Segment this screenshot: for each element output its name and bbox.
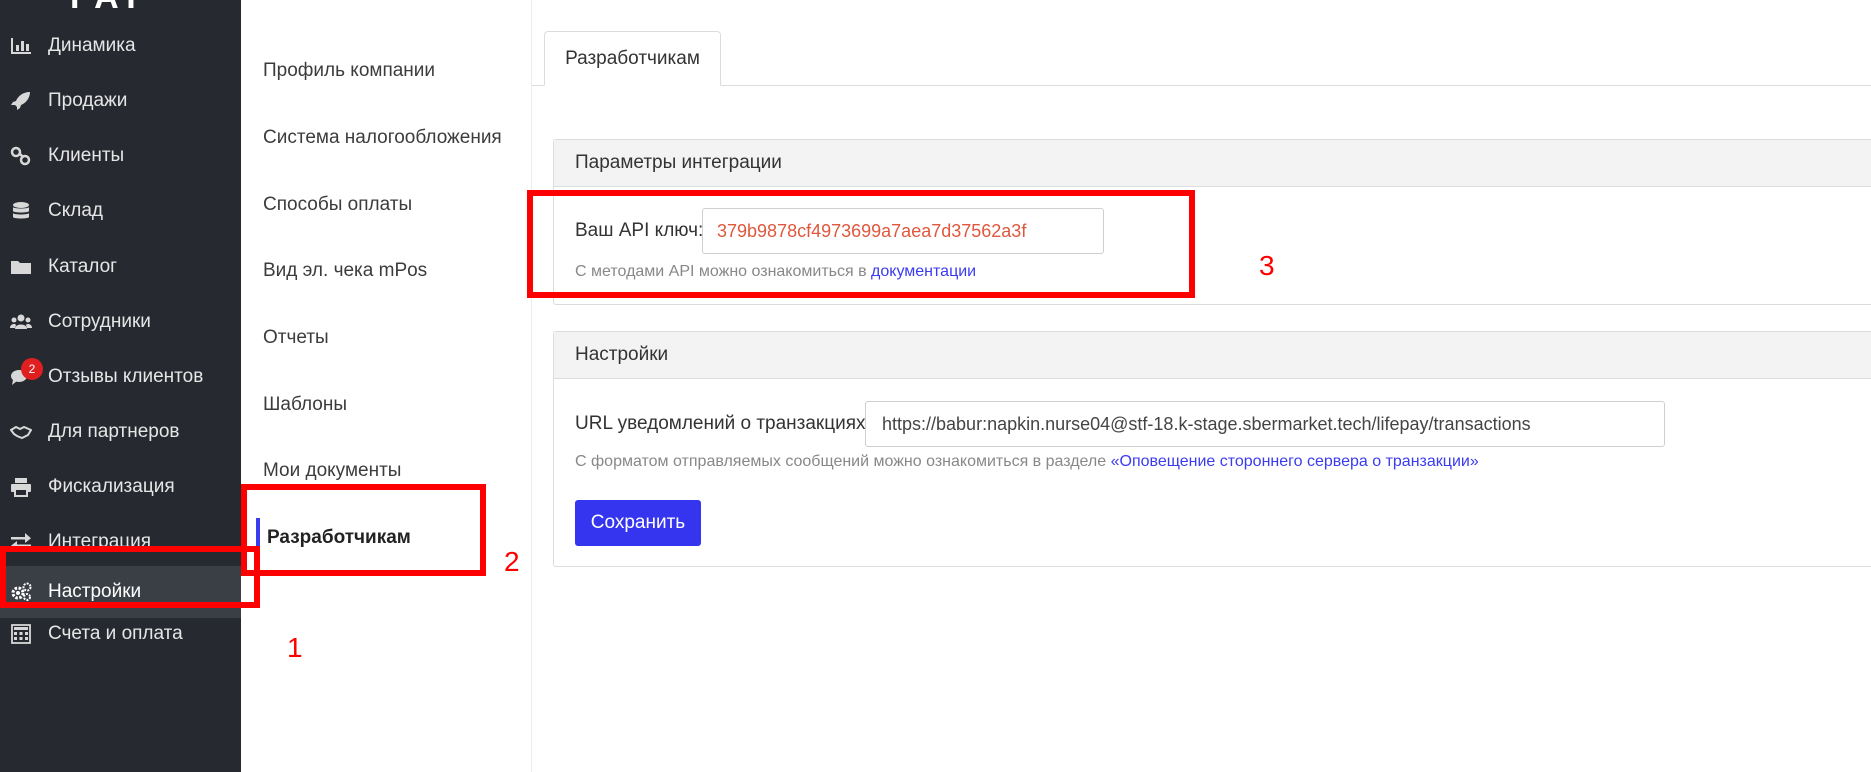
notification-docs-link[interactable]: «Оповещение стороннего сервера о транзак… (1111, 453, 1479, 470)
submenu-item-my-documents[interactable]: Мои документы (263, 460, 401, 482)
sidebar-item-warehouse[interactable]: Склад (0, 185, 241, 237)
sidebar-item-label: Продажи (48, 90, 128, 111)
calculator-icon (9, 623, 33, 645)
url-label: URL уведомлений о транзакциях: (575, 413, 871, 434)
submenu-item-company-profile[interactable]: Профиль компании (263, 60, 435, 82)
main-sidebar: PAY Динамика Продажи Клиенты Склад Катал… (0, 0, 241, 772)
sidebar-item-billing[interactable]: Счета и оплата (0, 608, 241, 660)
sidebar-item-clients[interactable]: Клиенты (0, 130, 241, 182)
database-icon (9, 200, 33, 222)
main-content: Разработчикам Параметры интеграции Ваш A… (532, 0, 1871, 772)
settings-submenu: Профиль компании Система налогообложения… (241, 0, 532, 772)
annotation-number-1: 1 (287, 632, 303, 663)
sidebar-item-catalog[interactable]: Каталог (0, 241, 241, 293)
link-icon (9, 145, 33, 167)
submenu-item-templates[interactable]: Шаблоны (263, 394, 347, 416)
rocket-icon (9, 90, 33, 112)
tab-developers[interactable]: Разработчикам (544, 31, 721, 86)
annotation-box-api-key (527, 190, 1195, 298)
url-format-hint: С форматом отправляемых сообщений можно … (575, 453, 1479, 471)
bar-chart-icon (9, 35, 33, 57)
submenu-item-tax-system[interactable]: Система налогообложения (263, 127, 502, 149)
integration-panel-title: Параметры интеграции (554, 140, 1871, 187)
sidebar-item-fiscalization[interactable]: Фискализация (0, 461, 241, 513)
url-format-hint-text: С форматом отправляемых сообщений можно … (575, 453, 1111, 470)
annotation-box-developers (241, 484, 486, 576)
sidebar-item-employees[interactable]: Сотрудники (0, 296, 241, 348)
sidebar-item-partners[interactable]: Для партнеров (0, 406, 241, 458)
annotation-box-settings (0, 546, 260, 608)
sidebar-item-label: Каталог (48, 256, 118, 277)
sidebar-item-sales[interactable]: Продажи (0, 75, 241, 127)
settings-panel: Настройки URL уведомлений о транзакциях:… (553, 331, 1871, 567)
submenu-item-payment-methods[interactable]: Способы оплаты (263, 194, 412, 216)
printer-icon (9, 476, 33, 498)
sidebar-item-label: Фискализация (48, 476, 175, 497)
sidebar-item-dynamics[interactable]: Динамика (0, 20, 241, 72)
notification-badge: 2 (21, 358, 43, 380)
tabs-divider (532, 85, 1871, 86)
sidebar-item-label: Сотрудники (48, 311, 151, 332)
sidebar-item-label: Клиенты (48, 145, 125, 166)
annotation-number-3: 3 (1259, 250, 1275, 281)
sidebar-item-label: Отзывы клиентов (48, 366, 204, 387)
sidebar-item-label: Динамика (48, 35, 136, 56)
sidebar-item-label: Счета и оплата (48, 623, 183, 644)
folder-icon (9, 256, 33, 278)
save-button[interactable]: Сохранить (575, 500, 701, 546)
annotation-number-2: 2 (504, 546, 520, 577)
handshake-icon (9, 421, 33, 443)
submenu-item-receipt-view[interactable]: Вид эл. чека mPos (263, 260, 427, 282)
settings-panel-title: Настройки (554, 332, 1871, 379)
notification-url-input[interactable] (865, 401, 1665, 447)
sidebar-item-label: Для партнеров (48, 421, 180, 442)
users-icon (9, 311, 33, 333)
sidebar-item-reviews[interactable]: 2 Отзывы клиентов (0, 351, 241, 403)
submenu-item-reports[interactable]: Отчеты (263, 327, 329, 349)
app-logo[interactable]: PAY (70, 0, 146, 17)
sidebar-item-label: Склад (48, 200, 103, 221)
